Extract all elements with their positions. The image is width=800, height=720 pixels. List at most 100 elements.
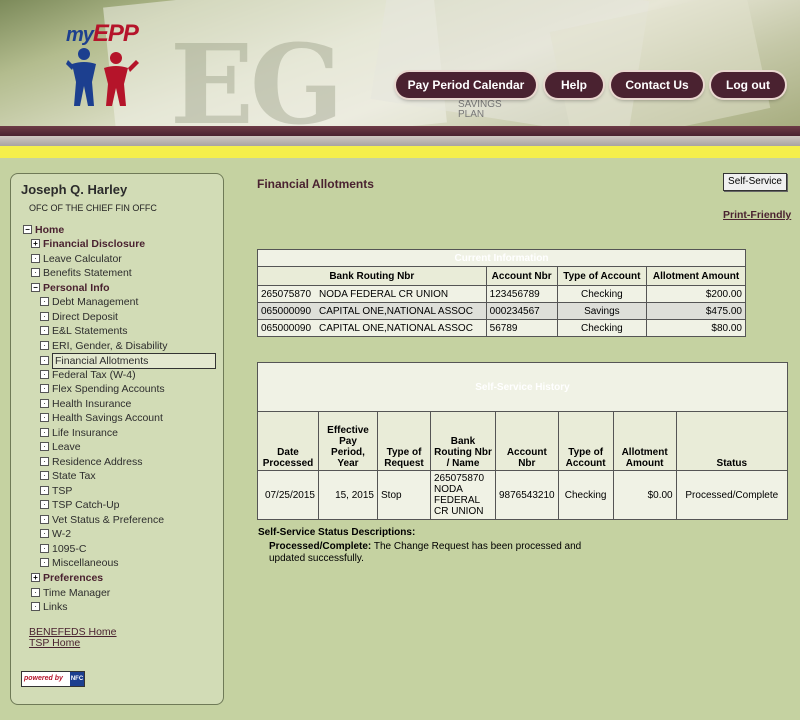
tree-item-leave[interactable]: · Leave <box>40 440 81 454</box>
tree-item-direct-deposit[interactable]: · Direct Deposit <box>40 310 118 324</box>
collapse-icon[interactable]: − <box>31 282 40 292</box>
amount-cell: $475.00 <box>646 302 746 320</box>
routing-cell: 265075870 <box>257 285 316 303</box>
tree-item-state-tax[interactable]: · State Tax <box>40 469 96 483</box>
tree-item-time-manager[interactable]: · Time Manager <box>31 586 110 600</box>
routing-cell: 065000090 <box>257 302 316 320</box>
contact-us-button[interactable]: Contact Us <box>611 72 703 98</box>
tree-item-leave-calculator[interactable]: · Leave Calculator <box>31 252 122 266</box>
leaf-icon: · <box>40 369 49 379</box>
account-type-cell: Checking <box>556 285 648 303</box>
tree-item-residence-address[interactable]: · Residence Address <box>40 455 142 469</box>
tree-item-vet-status[interactable]: · Vet Status & Preference <box>40 513 164 527</box>
leaf-icon: · <box>40 311 49 321</box>
powered-by-text: powered by <box>24 675 63 682</box>
tree-item-el-statements[interactable]: · E&L Statements <box>40 324 127 338</box>
column-header: Bank Routing Nbr / Name <box>430 411 496 471</box>
tree-item-health-insurance[interactable]: · Health Insurance <box>40 397 131 411</box>
leaf-icon: · <box>40 499 49 509</box>
status-description: Processed/Complete: The Change Request h… <box>269 541 589 565</box>
column-header: Type of Request <box>377 411 431 471</box>
column-header: Allotment Amount <box>612 411 677 471</box>
pay-period-cell: 15, 2015 <box>318 470 378 520</box>
status-descriptions-title: Self-Service Status Descriptions: <box>258 527 416 538</box>
print-friendly-link[interactable]: Print-Friendly <box>723 209 791 221</box>
tree-item-links[interactable]: · Links <box>31 600 68 614</box>
table-row: 07/25/2015 15, 2015 Stop 265075870 NODA … <box>257 470 789 520</box>
pay-period-calendar-button[interactable]: Pay Period Calendar <box>396 72 536 98</box>
table-row: 065000090 CAPITAL ONE,NATIONAL ASSOC 567… <box>257 319 746 337</box>
leaf-icon: · <box>40 557 49 567</box>
tree-item-health-savings[interactable]: · Health Savings Account <box>40 411 163 425</box>
column-header: Allotment Amount <box>646 266 746 286</box>
account-cell: 123456789 <box>485 285 558 303</box>
tree-item-debt-management[interactable]: · Debt Management <box>40 295 138 309</box>
myepp-logo[interactable]: myEPP <box>64 20 144 110</box>
header-divider <box>0 126 800 136</box>
tree-item-w2[interactable]: · W-2 <box>40 527 71 541</box>
table-caption: Self-Service History <box>257 362 788 412</box>
leaf-icon: · <box>40 398 49 408</box>
collapse-icon[interactable]: − <box>23 224 32 234</box>
expand-icon[interactable]: + <box>31 238 40 248</box>
leaf-icon: · <box>40 528 49 538</box>
help-button[interactable]: Help <box>545 72 603 98</box>
header-divider <box>0 136 800 146</box>
header-divider <box>0 146 800 158</box>
leaf-icon: · <box>40 296 49 306</box>
leaf-icon: · <box>40 412 49 422</box>
sidebar: Joseph Q. Harley OFC OF THE CHIEF FIN OF… <box>10 173 224 705</box>
amount-cell: $80.00 <box>646 319 746 337</box>
page-title: Financial Allotments <box>257 177 374 191</box>
tree-item-tsp[interactable]: · TSP <box>40 484 72 498</box>
request-type-cell: Stop <box>377 470 431 520</box>
tree-item-personal-info[interactable]: − Personal Info <box>31 281 110 295</box>
account-cell: 000234567 <box>485 302 558 320</box>
expand-icon[interactable]: + <box>31 572 40 582</box>
tree-item-1095c[interactable]: · 1095-C <box>40 542 86 556</box>
leaf-icon: · <box>40 441 49 451</box>
table-caption: Current Information <box>257 249 746 267</box>
routing-name-cell: 265075870 NODA FEDERAL CR UNION <box>430 470 496 520</box>
tree-item-financial-allotments[interactable]: · Financial Allotments <box>40 353 216 369</box>
leaf-icon: · <box>40 340 49 350</box>
log-out-button[interactable]: Log out <box>711 72 785 98</box>
leaf-icon: · <box>31 267 40 277</box>
tree-item-benefits-statement[interactable]: · Benefits Statement <box>31 266 132 280</box>
table-row: 065000090 CAPITAL ONE,NATIONAL ASSOC 000… <box>257 302 746 320</box>
leaf-icon: · <box>40 543 49 553</box>
tree-item-eri-gender-disability[interactable]: · ERI, Gender, & Disability <box>40 339 168 353</box>
routing-cell: 065000090 <box>257 319 316 337</box>
tree-item-tsp-catch-up[interactable]: · TSP Catch-Up <box>40 498 120 512</box>
leaf-icon: · <box>40 355 49 365</box>
banner-savings-text: SAVINGS PLAN <box>458 100 502 120</box>
bank-name-cell: CAPITAL ONE,NATIONAL ASSOC <box>316 319 487 337</box>
account-type-cell: Checking <box>556 319 648 337</box>
tree-item-flex-spending[interactable]: · Flex Spending Accounts <box>40 382 165 396</box>
self-service-button[interactable]: Self-Service <box>723 173 787 191</box>
tree-item-miscellaneous[interactable]: · Miscellaneous <box>40 556 119 570</box>
tsp-home-link[interactable]: TSP Home <box>29 637 80 649</box>
column-header: Status <box>675 411 789 471</box>
tree-item-financial-disclosure[interactable]: + Financial Disclosure <box>31 237 145 251</box>
leaf-icon: · <box>40 383 49 393</box>
leaf-icon: · <box>40 325 49 335</box>
column-header: Date Processed <box>257 411 319 471</box>
leaf-icon: · <box>40 456 49 466</box>
tree-item-federal-tax[interactable]: · Federal Tax (W-4) <box>40 368 136 382</box>
powered-by-nfc-badge[interactable]: powered by NFC <box>21 671 85 687</box>
leaf-icon: · <box>31 601 40 611</box>
bank-name-cell: NODA FEDERAL CR UNION <box>316 285 487 303</box>
bank-name-cell: CAPITAL ONE,NATIONAL ASSOC <box>316 302 487 320</box>
column-header: Account Nbr <box>495 411 559 471</box>
status-term: Processed/Complete: <box>269 541 372 552</box>
column-header: Account Nbr <box>485 266 558 286</box>
user-name: Joseph Q. Harley <box>21 182 128 197</box>
header-banner: SAVINGS PLAN myEPP EG Pay Period Calenda… <box>0 0 800 128</box>
leaf-icon: · <box>40 485 49 495</box>
tree-item-home[interactable]: − Home <box>23 223 64 237</box>
tree-item-preferences[interactable]: + Preferences <box>31 571 103 585</box>
leaf-icon: · <box>40 470 49 480</box>
tree-item-life-insurance[interactable]: · Life Insurance <box>40 426 118 440</box>
column-header: Type of Account <box>556 266 648 286</box>
